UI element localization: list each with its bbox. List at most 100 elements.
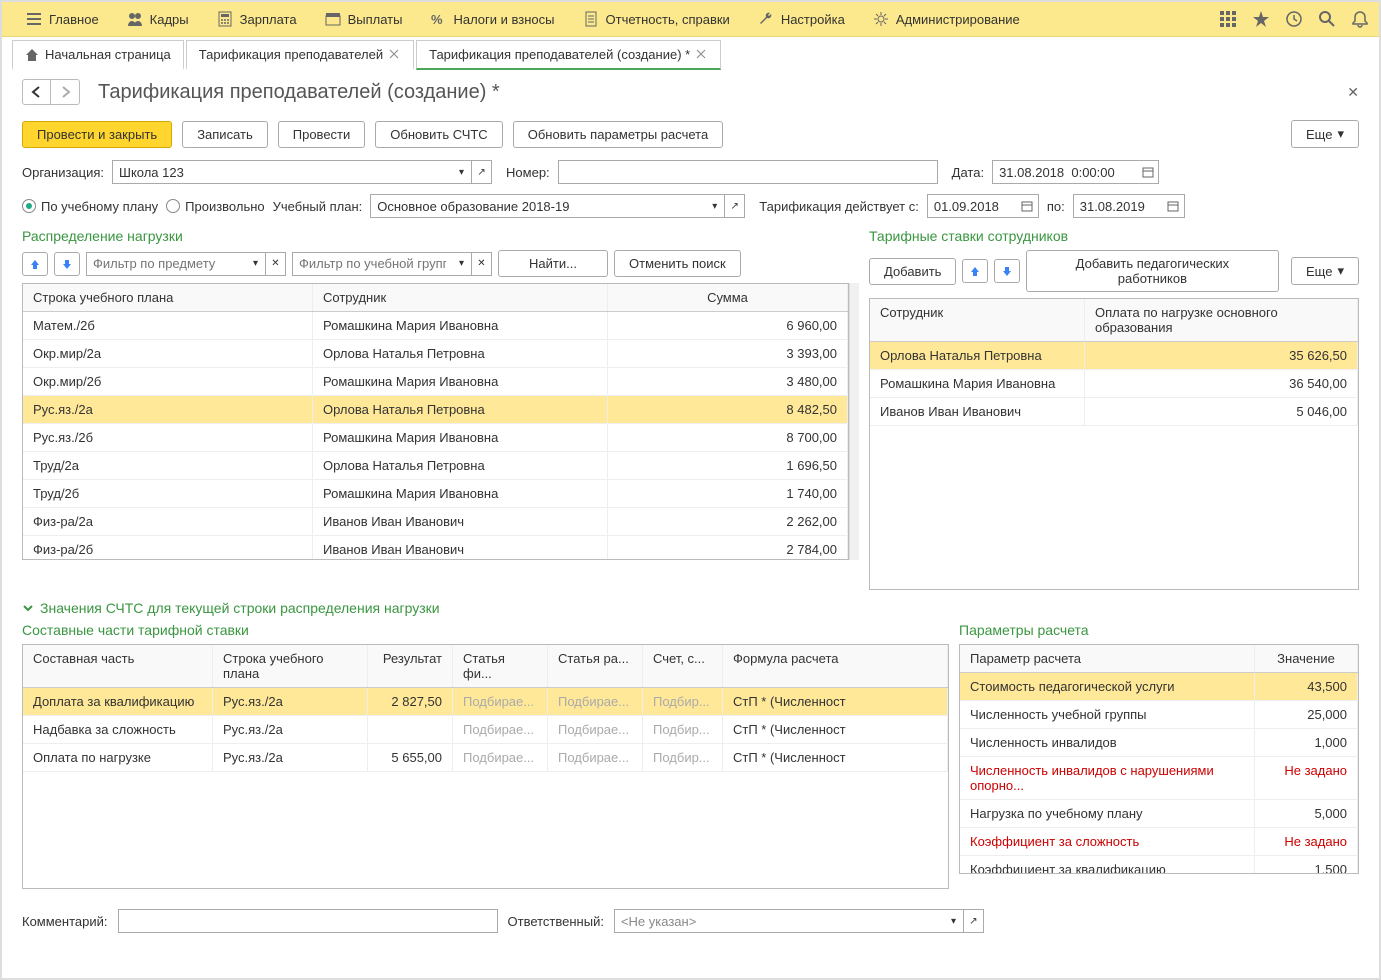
- move-down-button[interactable]: [994, 259, 1020, 283]
- schts-section-toggle[interactable]: Значения СЧТС для текущей строки распред…: [22, 600, 1359, 616]
- filter-group-input[interactable]: [292, 252, 452, 276]
- tab-tarif1[interactable]: Тарификация преподавателей: [186, 40, 414, 70]
- table-row[interactable]: Численность инвалидов с нарушениями опор…: [960, 757, 1358, 800]
- menu-setup[interactable]: Настройка: [744, 2, 859, 36]
- write-button[interactable]: Записать: [182, 121, 268, 148]
- bell-icon[interactable]: [1351, 10, 1369, 28]
- search-icon[interactable]: [1318, 10, 1336, 28]
- update-params-button[interactable]: Обновить параметры расчета: [513, 121, 724, 148]
- dropdown-icon[interactable]: ▾: [246, 252, 266, 276]
- dropdown-icon[interactable]: ▾: [452, 160, 472, 184]
- col-part[interactable]: Составная часть: [23, 645, 213, 687]
- table-row[interactable]: Оплата по нагрузкеРус.яз./2а5 655,00Подб…: [23, 744, 948, 772]
- open-icon[interactable]: ↗: [725, 194, 745, 218]
- table-row[interactable]: Окр.мир/2бРомашкина Мария Ивановна3 480,…: [23, 368, 848, 396]
- add-button[interactable]: Добавить: [869, 258, 956, 285]
- cancel-find-button[interactable]: Отменить поиск: [614, 250, 741, 277]
- table-row[interactable]: Коэффициент за квалификацию1,500: [960, 856, 1358, 873]
- col-payment[interactable]: Оплата по нагрузке основного образования: [1085, 299, 1358, 341]
- table-row[interactable]: Физ-ра/2бИванов Иван Иванович2 784,00: [23, 536, 848, 559]
- table-row[interactable]: Рус.яз./2аОрлова Наталья Петровна8 482,5…: [23, 396, 848, 424]
- col-employee[interactable]: Сотрудник: [870, 299, 1085, 341]
- calendar-icon[interactable]: [1017, 194, 1039, 218]
- plan-input[interactable]: [370, 194, 705, 218]
- col-sum[interactable]: Сумма: [608, 284, 848, 311]
- clear-icon[interactable]: ✕: [472, 252, 492, 276]
- table-row[interactable]: Коэффициент за сложностьНе задано: [960, 828, 1358, 856]
- post-button[interactable]: Провести: [278, 121, 366, 148]
- col-value[interactable]: Значение: [1255, 645, 1358, 672]
- col-plan-line[interactable]: Строка учебного плана: [213, 645, 368, 687]
- table-row[interactable]: Численность инвалидов1,000: [960, 729, 1358, 757]
- dropdown-icon[interactable]: ▾: [452, 252, 472, 276]
- table-row[interactable]: Труд/2бРомашкина Мария Ивановна1 740,00: [23, 480, 848, 508]
- table-row[interactable]: Численность учебной группы25,000: [960, 701, 1358, 729]
- rates-title: Тарифные ставки сотрудников: [869, 228, 1359, 244]
- update-schts-button[interactable]: Обновить СЧТС: [375, 121, 502, 148]
- menu-admin[interactable]: Администрирование: [859, 2, 1034, 36]
- col-formula[interactable]: Формула расчета: [723, 645, 948, 687]
- table-row[interactable]: Доплата за квалификациюРус.яз./2а2 827,5…: [23, 688, 948, 716]
- table-row[interactable]: Окр.мир/2аОрлова Наталья Петровна3 393,0…: [23, 340, 848, 368]
- nav-forward[interactable]: [51, 80, 79, 104]
- post-close-button[interactable]: Провести и закрыть: [22, 121, 172, 148]
- radio-by-plan[interactable]: По учебному плану: [22, 199, 158, 214]
- filter-subject-input[interactable]: [86, 252, 246, 276]
- col-acc[interactable]: Счет, с...: [643, 645, 723, 687]
- chevron-down-icon: ▾: [1337, 263, 1344, 279]
- from-input[interactable]: [927, 194, 1017, 218]
- menu-payments[interactable]: Выплаты: [311, 2, 417, 36]
- clear-icon[interactable]: ✕: [266, 252, 286, 276]
- comment-input[interactable]: [118, 909, 498, 933]
- tab-tarif2[interactable]: Тарификация преподавателей (создание) *: [416, 40, 721, 70]
- more-button[interactable]: Еще▾: [1291, 120, 1359, 148]
- add-teachers-button[interactable]: Добавить педагогических работников: [1026, 250, 1279, 292]
- menu-main[interactable]: Главное: [12, 2, 113, 36]
- col-exp-art[interactable]: Статья ра...: [548, 645, 643, 687]
- to-input[interactable]: [1073, 194, 1163, 218]
- date-input[interactable]: [992, 160, 1137, 184]
- menu-taxes[interactable]: % Налоги и взносы: [416, 2, 568, 36]
- responsible-input[interactable]: [614, 909, 944, 933]
- star-icon[interactable]: [1252, 10, 1270, 28]
- more-button[interactable]: Еще▾: [1291, 257, 1359, 285]
- org-input[interactable]: [112, 160, 452, 184]
- menu-reports[interactable]: Отчетность, справки: [569, 2, 744, 36]
- tab-start[interactable]: Начальная страница: [12, 40, 184, 70]
- nav-back[interactable]: [23, 80, 51, 104]
- move-down-button[interactable]: [54, 252, 80, 276]
- dropdown-icon[interactable]: ▾: [705, 194, 725, 218]
- col-fin-art[interactable]: Статья фи...: [453, 645, 548, 687]
- col-param[interactable]: Параметр расчета: [960, 645, 1255, 672]
- table-row[interactable]: Матем./2бРомашкина Мария Ивановна6 960,0…: [23, 312, 848, 340]
- table-row[interactable]: Рус.яз./2бРомашкина Мария Ивановна8 700,…: [23, 424, 848, 452]
- open-icon[interactable]: ↗: [964, 909, 984, 933]
- calendar-icon[interactable]: [1163, 194, 1185, 218]
- history-icon[interactable]: [1285, 10, 1303, 28]
- close-icon[interactable]: [696, 49, 708, 61]
- col-result[interactable]: Результат: [368, 645, 453, 687]
- table-row[interactable]: Надбавка за сложностьРус.яз./2аПодбирае.…: [23, 716, 948, 744]
- table-row[interactable]: Иванов Иван Иванович5 046,00: [870, 398, 1358, 426]
- calendar-icon[interactable]: [1137, 160, 1159, 184]
- apps-icon[interactable]: [1219, 10, 1237, 28]
- close-icon[interactable]: [389, 49, 401, 61]
- table-row[interactable]: Ромашкина Мария Ивановна36 540,00: [870, 370, 1358, 398]
- dropdown-icon[interactable]: ▾: [944, 909, 964, 933]
- table-row[interactable]: Орлова Наталья Петровна35 626,50: [870, 342, 1358, 370]
- table-row[interactable]: Физ-ра/2аИванов Иван Иванович2 262,00: [23, 508, 848, 536]
- col-plan-line[interactable]: Строка учебного плана: [23, 284, 313, 311]
- menu-salary[interactable]: Зарплата: [203, 2, 311, 36]
- col-employee[interactable]: Сотрудник: [313, 284, 608, 311]
- page-close-icon[interactable]: ✕: [1347, 84, 1359, 101]
- move-up-button[interactable]: [22, 252, 48, 276]
- move-up-button[interactable]: [962, 259, 988, 283]
- radio-arbitrary[interactable]: Произвольно: [166, 199, 265, 214]
- menu-hr[interactable]: Кадры: [113, 2, 203, 36]
- find-button[interactable]: Найти...: [498, 250, 608, 277]
- table-row[interactable]: Стоимость педагогической услуги43,500: [960, 673, 1358, 701]
- open-icon[interactable]: ↗: [472, 160, 492, 184]
- table-row[interactable]: Нагрузка по учебному плану5,000: [960, 800, 1358, 828]
- number-input[interactable]: [558, 160, 938, 184]
- table-row[interactable]: Труд/2аОрлова Наталья Петровна1 696,50: [23, 452, 848, 480]
